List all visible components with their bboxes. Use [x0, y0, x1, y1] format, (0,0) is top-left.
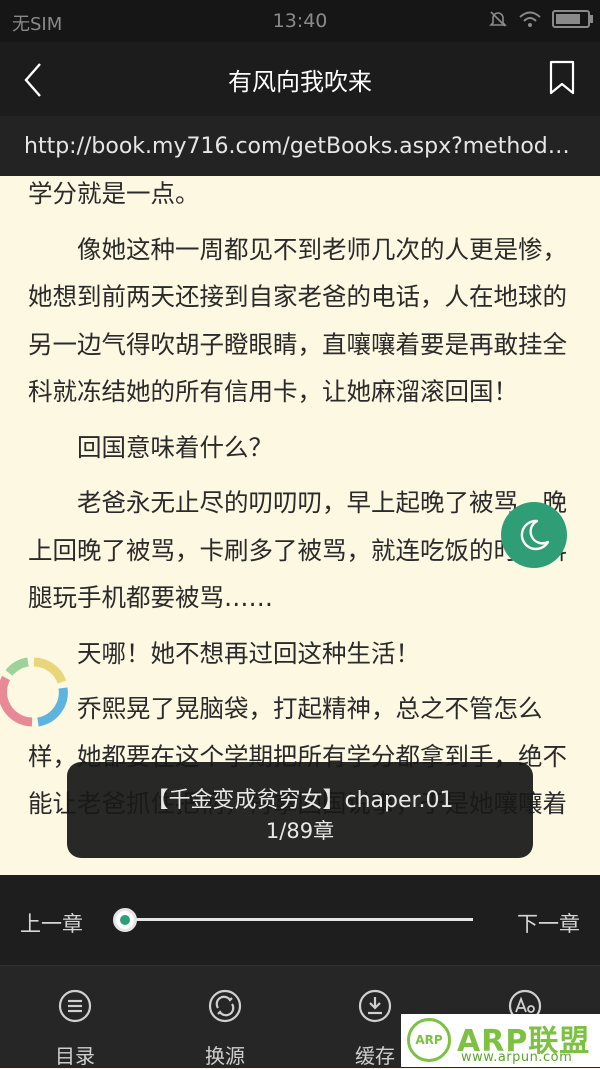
watermark-logo: ARP ARP联盟 www.arpun.com — [401, 1014, 600, 1067]
next-chapter-button[interactable]: 下一章 — [517, 908, 580, 938]
watermark-site: www.arpun.com — [461, 1050, 573, 1065]
title-bar: 有风向我吹来 — [0, 42, 600, 116]
source-url: http://book.my716.com/getBooks.aspx?meth… — [24, 134, 580, 159]
download-icon — [358, 989, 392, 1023]
night-mode-button[interactable] — [501, 502, 567, 568]
watermark-badge: ARP — [407, 1018, 451, 1062]
mute-bell-icon — [489, 11, 507, 27]
chapter-nav-bar: 上一章 下一章 — [0, 875, 600, 965]
wifi-icon — [519, 11, 541, 27]
list-icon — [58, 989, 92, 1023]
status-icons — [488, 9, 593, 29]
paragraph: 天哪！她不想再过回这种生活！ — [77, 638, 420, 668]
toast-chapter-title: 【千金变成贫穷女】chaper.01 — [146, 788, 454, 813]
paragraph: 像她这种一周都见不到老师几次的人更是惨，她想到前两天还接到自家老爸的电话，人在地… — [28, 234, 567, 407]
source-url-bar[interactable]: http://book.my716.com/getBooks.aspx?meth… — [0, 116, 600, 176]
bookmark-icon[interactable] — [548, 60, 576, 96]
toast-chapter-progress: 1/89章 — [265, 819, 335, 843]
prev-chapter-button[interactable]: 上一章 — [20, 908, 83, 938]
status-bar: 无SIM 13:40 — [0, 0, 600, 42]
menu-item-switch-source[interactable]: 换源 — [150, 966, 300, 1068]
loading-spinner-icon — [0, 657, 68, 727]
menu-item-catalog[interactable]: 目录 — [0, 966, 150, 1068]
chapter-progress-thumb[interactable] — [113, 908, 137, 932]
moon-icon — [520, 519, 550, 551]
paragraph: 回国意味着什么？ — [77, 432, 273, 462]
switch-source-icon — [208, 989, 242, 1023]
paragraph: 学分就是一点。 — [28, 179, 200, 208]
book-title: 有风向我吹来 — [228, 68, 372, 96]
paragraph: 老爸永无止尽的叨叨叨，早上起晚了被骂，晚上回晚了被骂，卡刷多了被骂，就连吃饭的时… — [28, 488, 567, 612]
menu-label: 换源 — [205, 1044, 245, 1068]
battery-icon — [552, 10, 593, 28]
chapter-toast: 【千金变成贫穷女】chaper.01 1/89章 — [67, 762, 533, 858]
menu-label: 目录 — [55, 1044, 95, 1068]
chapter-progress-track[interactable] — [125, 918, 473, 921]
